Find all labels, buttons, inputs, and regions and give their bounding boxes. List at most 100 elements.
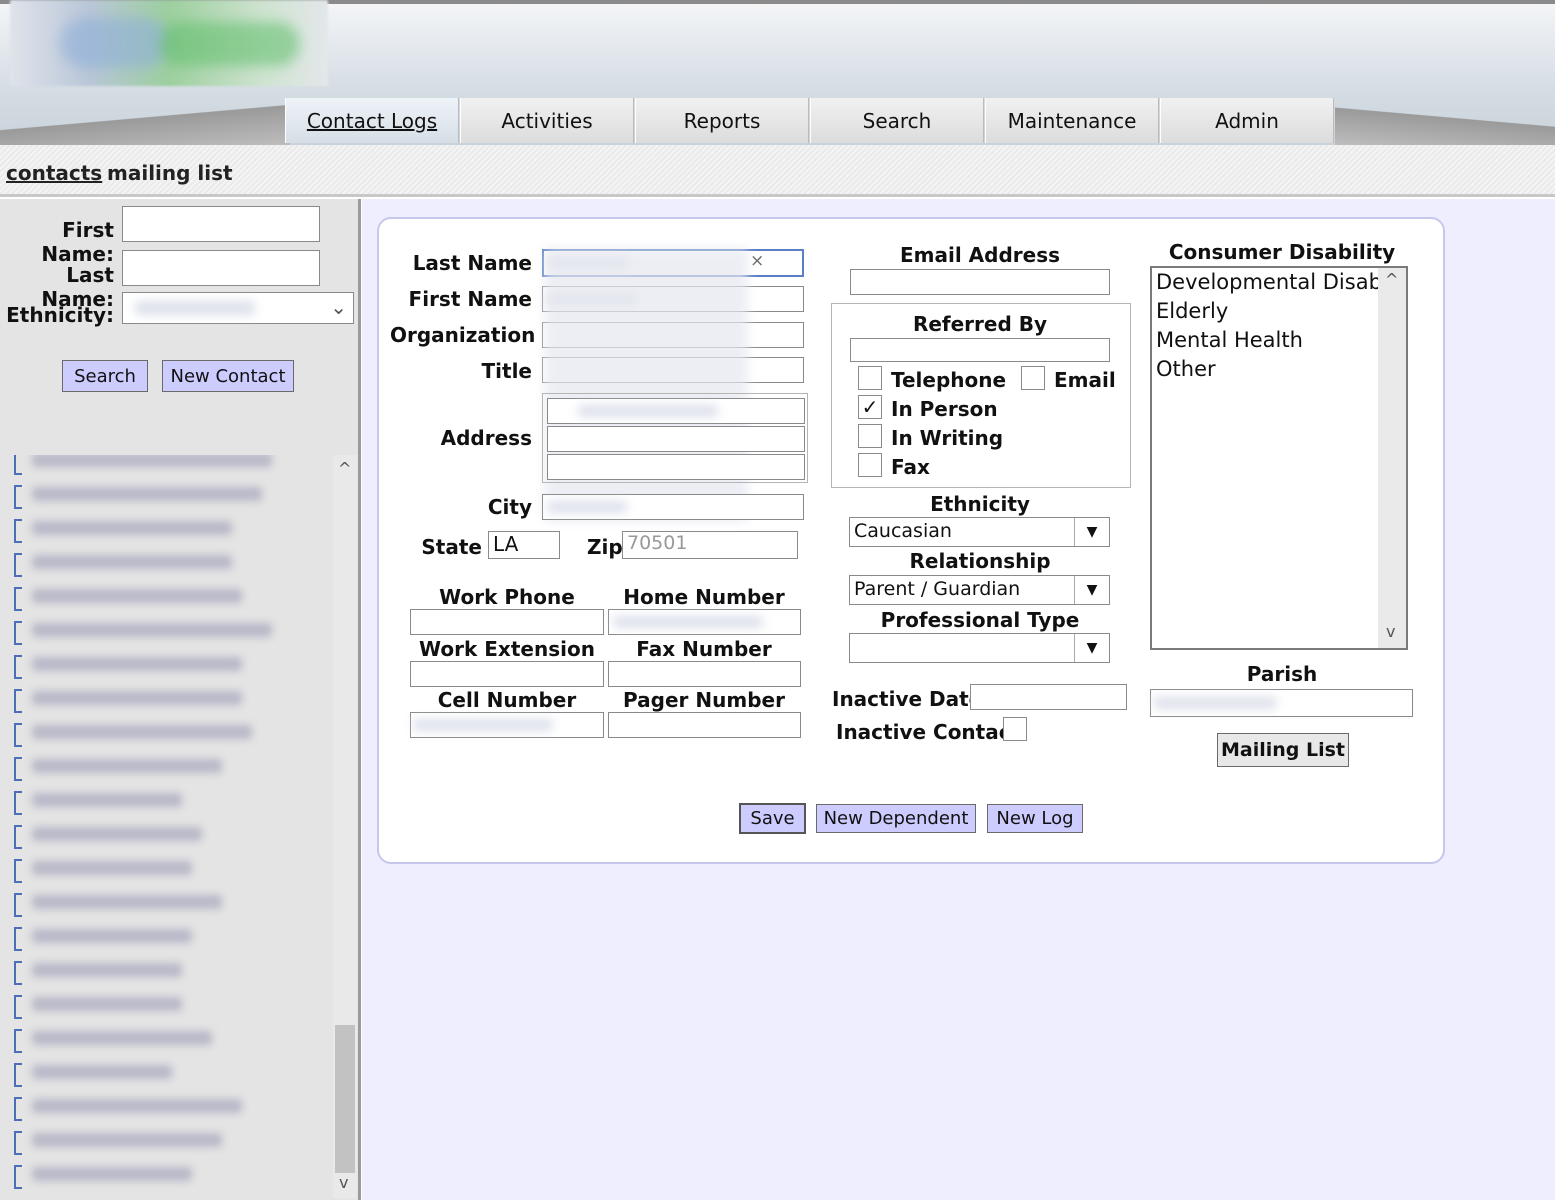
fax-label: Fax <box>891 455 930 479</box>
list-item[interactable] <box>12 955 332 985</box>
new-dependent-button[interactable]: New Dependent <box>816 804 976 833</box>
list-item[interactable] <box>12 921 332 951</box>
chevron-down-icon: ⌄ <box>330 295 347 319</box>
email-field[interactable] <box>850 269 1110 295</box>
work-phone-field[interactable] <box>410 609 604 635</box>
professional-type-select[interactable]: ▼ <box>849 633 1110 663</box>
city-label: City <box>487 495 532 519</box>
list-item[interactable] <box>12 887 332 917</box>
tab-activities[interactable]: Activities <box>460 98 634 143</box>
title-label: Title <box>481 359 532 383</box>
list-item[interactable] <box>12 853 332 883</box>
list-item[interactable]: Developmental Disabi <box>1156 270 1388 294</box>
ethnicity-field-label: Ethnicity <box>930 492 1030 516</box>
first-name-search-input[interactable] <box>122 206 320 242</box>
list-item[interactable] <box>12 751 332 781</box>
dropdown-icon[interactable]: ▼ <box>1074 518 1109 546</box>
referred-by-field[interactable] <box>850 338 1110 362</box>
organization-label: Organization <box>390 323 536 347</box>
pager-number-field[interactable] <box>608 712 801 738</box>
ethnicity-select[interactable]: Caucasian ▼ <box>849 517 1110 547</box>
ethnicity-search-select[interactable]: ⌄ <box>122 292 354 324</box>
list-item[interactable] <box>12 455 332 475</box>
list-item[interactable]: Other <box>1156 357 1216 381</box>
save-button[interactable]: Save <box>739 803 806 834</box>
dropdown-icon[interactable]: ▼ <box>1074 576 1109 604</box>
list-item[interactable]: Mental Health <box>1156 328 1303 352</box>
subnav-mailing-list[interactable]: mailing list <box>107 161 233 185</box>
fax-number-field[interactable] <box>608 661 801 687</box>
list-item[interactable] <box>12 513 332 543</box>
tab-contact-logs[interactable]: Contact Logs <box>285 98 459 143</box>
relationship-label: Relationship <box>909 549 1051 573</box>
list-item[interactable] <box>12 1159 332 1189</box>
cell-number-field[interactable] <box>410 712 604 738</box>
fax-checkbox[interactable] <box>858 453 882 477</box>
dropdown-icon[interactable]: ▼ <box>1074 634 1109 662</box>
results-scrollbar[interactable]: ^ v <box>333 455 357 1198</box>
address-line-1[interactable] <box>547 398 805 424</box>
in-person-checkbox[interactable]: ✓ <box>858 395 882 419</box>
tab-reports[interactable]: Reports <box>635 98 809 143</box>
parish-field[interactable] <box>1150 689 1413 717</box>
tab-search[interactable]: Search <box>810 98 984 143</box>
work-phone-label: Work Phone <box>439 585 575 609</box>
new-log-button[interactable]: New Log <box>987 804 1083 833</box>
subnav-contacts[interactable]: contacts <box>6 161 102 185</box>
list-item[interactable] <box>12 989 332 1019</box>
chevron-up-icon[interactable]: ^ <box>1385 270 1398 289</box>
list-item[interactable] <box>12 479 332 509</box>
work-extension-label: Work Extension <box>419 637 595 661</box>
last-name-search-input[interactable] <box>122 250 320 286</box>
list-item[interactable] <box>12 819 332 849</box>
tab-admin[interactable]: Admin <box>1160 98 1334 143</box>
state-field[interactable]: LA <box>488 531 560 559</box>
email-checkbox[interactable] <box>1021 366 1045 390</box>
telephone-checkbox[interactable] <box>858 366 882 390</box>
list-item[interactable]: Elderly <box>1156 299 1228 323</box>
list-item[interactable] <box>12 1023 332 1053</box>
mailing-list-button[interactable]: Mailing List <box>1217 733 1349 767</box>
list-item[interactable] <box>12 785 332 815</box>
list-item[interactable] <box>12 615 332 645</box>
chevron-up-icon[interactable]: ^ <box>338 459 351 478</box>
first-name-label: First Name: <box>41 218 114 266</box>
home-number-field[interactable] <box>608 609 801 635</box>
chevron-down-icon[interactable]: v <box>339 1173 348 1192</box>
redacted-value <box>547 501 627 513</box>
relationship-select[interactable]: Parent / Guardian ▼ <box>849 575 1110 605</box>
list-item[interactable] <box>12 547 332 577</box>
first-name-field-label: First Name <box>408 287 532 311</box>
in-writing-checkbox[interactable] <box>858 424 882 448</box>
tab-label: Admin <box>1215 108 1279 133</box>
tab-maintenance[interactable]: Maintenance <box>985 98 1159 143</box>
inactive-contact-checkbox[interactable] <box>1003 717 1027 741</box>
consumer-disability-listbox[interactable]: Developmental Disabi Elderly Mental Heal… <box>1150 266 1408 650</box>
app-logo <box>10 0 328 86</box>
header-swoop-left <box>0 80 290 145</box>
inactive-date-field[interactable] <box>970 684 1127 710</box>
list-item[interactable] <box>12 717 332 747</box>
cell-number-label: Cell Number <box>437 688 577 712</box>
list-item[interactable] <box>12 1091 332 1121</box>
list-item[interactable] <box>12 581 332 611</box>
list-item[interactable] <box>12 1057 332 1087</box>
zip-field[interactable]: 70501 <box>622 531 798 559</box>
work-extension-field[interactable] <box>410 661 604 687</box>
address-group <box>542 393 808 483</box>
disability-scrollbar[interactable]: ^ v <box>1378 268 1406 648</box>
address-line-2[interactable] <box>547 426 805 452</box>
telephone-label: Telephone <box>891 368 1007 392</box>
city-field[interactable] <box>542 494 804 520</box>
chevron-down-icon[interactable]: v <box>1386 622 1395 641</box>
search-button[interactable]: Search <box>62 360 148 392</box>
list-item[interactable] <box>12 649 332 679</box>
list-item[interactable] <box>12 1125 332 1155</box>
tab-label: Search <box>862 108 932 133</box>
contact-results-list[interactable] <box>12 455 358 1198</box>
clear-icon[interactable]: × <box>750 251 764 271</box>
scrollbar-thumb[interactable] <box>335 1025 355 1173</box>
address-line-3[interactable] <box>547 454 805 480</box>
new-contact-button[interactable]: New Contact <box>162 360 294 392</box>
list-item[interactable] <box>12 683 332 713</box>
